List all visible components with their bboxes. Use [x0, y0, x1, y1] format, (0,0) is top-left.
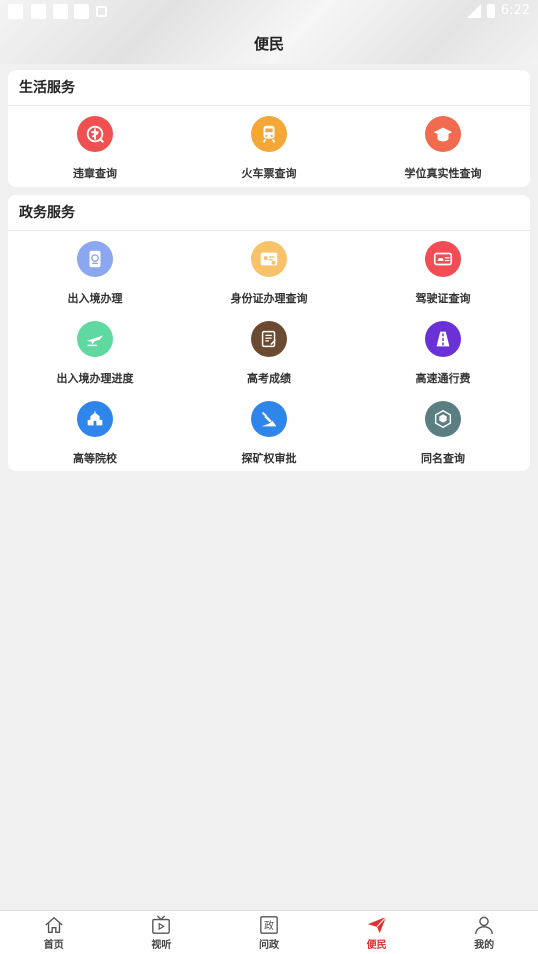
tab-mine[interactable]: 我的	[430, 911, 538, 954]
gov-icon-glyph: 政	[264, 919, 274, 932]
service-label: 火车票查询	[241, 167, 297, 180]
tab-label: 问政	[258, 940, 279, 951]
service-label: 高等院校	[73, 452, 117, 465]
status-time: 6:22	[500, 3, 530, 18]
tab-label: 便民	[366, 940, 387, 951]
service-label: 同名查询	[421, 452, 465, 465]
service-universities[interactable]: 高等院校	[8, 399, 182, 479]
graduation-cap-icon	[425, 116, 461, 152]
service-exit-entry[interactable]: 出入境办理	[8, 239, 182, 319]
gov-services-card: 政务服务 出入境办理 身份证办理查询 驾驶证查询 出入境办理进度 高考成绩 高速…	[8, 195, 530, 471]
notification-icon	[8, 4, 23, 19]
passport-icon	[77, 241, 113, 277]
service-label: 违章查询	[73, 167, 117, 180]
person-icon	[475, 916, 494, 935]
service-label: 高速通行费	[415, 372, 471, 385]
battery-icon	[486, 3, 495, 18]
cube-icon	[425, 401, 461, 437]
status-right: 6:22	[466, 3, 530, 18]
violation-icon	[77, 116, 113, 152]
tab-gov-inquiry[interactable]: 政 问政	[215, 911, 323, 954]
university-icon	[77, 401, 113, 437]
service-train-ticket-query[interactable]: 火车票查询	[182, 114, 356, 194]
home-icon	[45, 916, 63, 933]
section-title: 政务服务	[8, 195, 530, 231]
service-mining-approval[interactable]: 探矿权审批	[182, 399, 356, 479]
notification-icon	[74, 4, 89, 19]
airplane-icon	[77, 321, 113, 357]
header: 6:22 便民	[0, 0, 538, 64]
tab-label: 视听	[151, 940, 172, 951]
notification-icon	[31, 4, 46, 19]
service-highway-toll[interactable]: 高速通行费	[356, 319, 530, 399]
tab-label: 首页	[43, 940, 64, 951]
life-services-grid: 违章查询 火车票查询 学位真实性查询	[8, 106, 530, 194]
highway-icon	[425, 321, 461, 357]
exam-paper-icon	[251, 321, 287, 357]
service-same-name-query[interactable]: 同名查询	[356, 399, 530, 479]
tv-icon	[152, 915, 171, 934]
driver-license-icon	[425, 241, 461, 277]
tab-label: 我的	[474, 940, 495, 951]
signal-icon	[466, 3, 481, 18]
mining-icon	[251, 401, 287, 437]
service-label: 出入境办理	[67, 292, 123, 305]
service-label: 高考成绩	[247, 372, 291, 385]
gov-icon: 政	[260, 916, 278, 934]
service-exit-entry-progress[interactable]: 出入境办理进度	[8, 319, 182, 399]
service-driver-license[interactable]: 驾驶证查询	[356, 239, 530, 319]
tab-convenience[interactable]: 便民	[323, 911, 431, 954]
service-label: 身份证办理查询	[230, 292, 308, 305]
tab-media[interactable]: 视听	[108, 911, 216, 954]
service-id-card[interactable]: 身份证办理查询	[182, 239, 356, 319]
page-title: 便民	[253, 35, 284, 53]
notification-icon	[53, 4, 68, 19]
train-icon	[251, 116, 287, 152]
id-card-icon	[251, 241, 287, 277]
bottom-tab-bar: 首页 视听 政 问政 便民 我的	[0, 910, 538, 954]
service-degree-verification[interactable]: 学位真实性查询	[356, 114, 530, 194]
service-label: 出入境办理进度	[56, 372, 134, 385]
service-label: 驾驶证查询	[415, 292, 471, 305]
notification-icon	[96, 6, 107, 17]
status-bar: 6:22	[0, 0, 538, 24]
section-title: 生活服务	[8, 70, 530, 106]
service-label: 学位真实性查询	[404, 167, 482, 180]
service-gaokao-score[interactable]: 高考成绩	[182, 319, 356, 399]
service-violation-query[interactable]: 违章查询	[8, 114, 182, 194]
paper-plane-icon	[367, 916, 387, 934]
life-services-card: 生活服务 违章查询 火车票查询 学位真实性查询	[8, 70, 530, 187]
tab-home[interactable]: 首页	[0, 911, 108, 954]
service-label: 探矿权审批	[241, 452, 297, 465]
gov-services-grid: 出入境办理 身份证办理查询 驾驶证查询 出入境办理进度 高考成绩 高速通行费 高…	[8, 231, 530, 479]
